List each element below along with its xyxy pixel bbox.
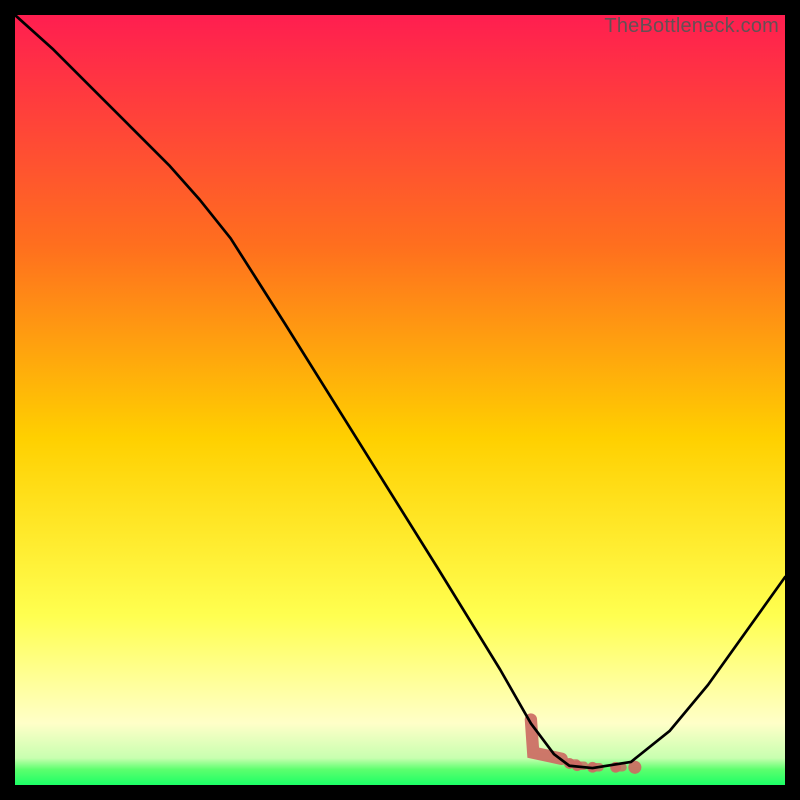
gradient-background: [15, 15, 785, 785]
chart-frame: TheBottleneck.com: [0, 0, 800, 800]
plot-area: TheBottleneck.com: [15, 15, 785, 785]
